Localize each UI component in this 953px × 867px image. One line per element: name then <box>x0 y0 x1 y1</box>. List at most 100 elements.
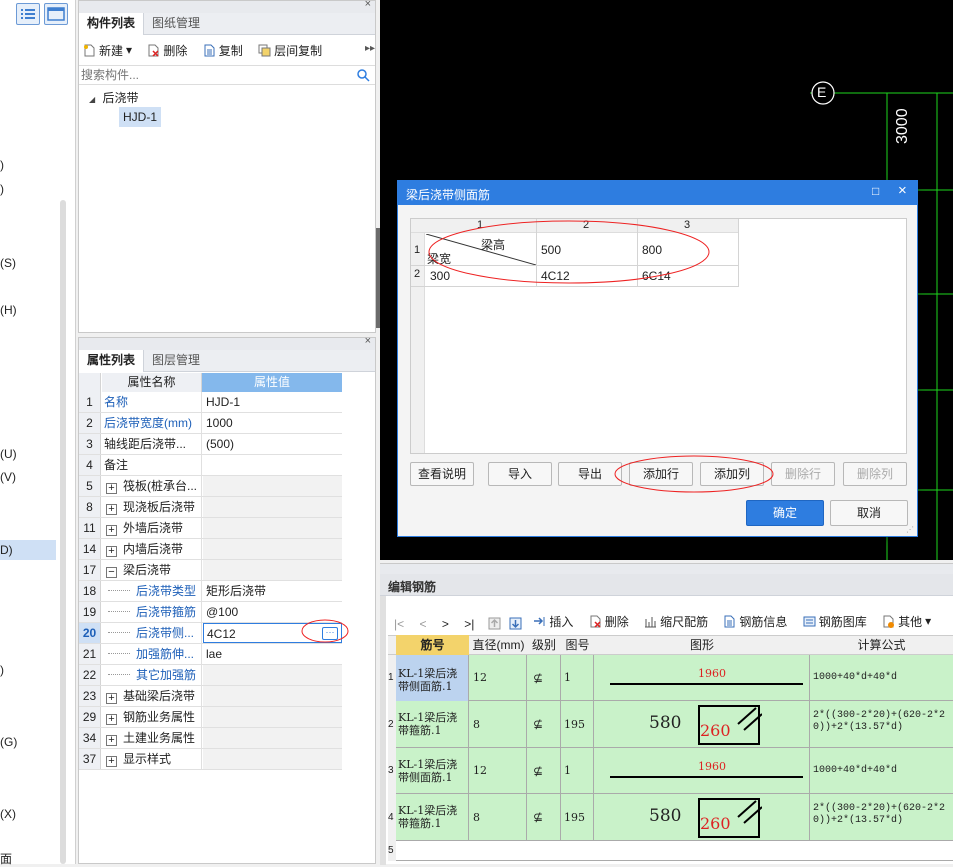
diameter-cell[interactable]: 12 <box>470 748 527 794</box>
rebar-row[interactable]: 3 KL-1梁后浇带侧面筋.1 12 ⊈ 1 1960 1000+40*d+40*d <box>388 748 953 794</box>
sidebar-item-fragment[interactable]: (G) <box>0 735 17 749</box>
property-value-cell[interactable] <box>203 560 342 580</box>
property-row[interactable]: 14 + 内墙后浇带 <box>79 539 342 560</box>
bar-name-cell[interactable]: KL-1梁后浇带箍筋.1 <box>396 701 469 748</box>
next-button[interactable]: > <box>442 617 449 631</box>
bar-name-cell[interactable]: KL-1梁后浇带箍筋.1 <box>396 794 469 841</box>
property-value-cell[interactable] <box>203 665 342 685</box>
sidebar-item-fragment[interactable]: ) <box>0 158 4 172</box>
diameter-cell[interactable]: 8 <box>470 701 527 748</box>
property-row[interactable]: 34 + 土建业务属性 <box>79 728 342 749</box>
property-row[interactable]: 22 其它加强筋 <box>79 665 342 686</box>
last-button[interactable]: >| <box>464 617 474 631</box>
sidebar-item-fragment[interactable]: ) <box>0 663 4 677</box>
collapse-icon[interactable]: − <box>106 567 117 578</box>
property-row[interactable]: 11 + 外墙后浇带 <box>79 518 342 539</box>
formula-cell[interactable]: 1000+40*d+40*d <box>810 748 953 794</box>
rebar-row[interactable]: 1 KL-1梁后浇带侧面筋.1 12 ⊈ 1 1960 1000+40*d+40*d <box>388 655 953 701</box>
expand-icon[interactable]: + <box>106 546 117 557</box>
cancel-button[interactable]: 取消 <box>830 500 908 526</box>
rebar-row[interactable]: 4 KL-1梁后浇带箍筋.1 8 ⊈ 195 580 260 2*((300-2*20)+(6… <box>388 794 953 841</box>
panel-close-icon[interactable]: × <box>365 335 371 347</box>
expand-icon[interactable]: + <box>106 756 117 767</box>
property-row[interactable]: 1 名称 HJD-1 <box>79 392 342 413</box>
grade-cell[interactable]: ⊈ <box>527 794 561 841</box>
tree-item-hjd-1[interactable]: HJD-1 <box>119 107 162 127</box>
sidebar-item-fragment[interactable]: (S) <box>0 256 16 270</box>
bar-name-cell[interactable]: KL-1梁后浇带侧面筋.1 <box>396 748 469 794</box>
tab-component-list[interactable]: 构件列表 <box>79 13 145 35</box>
search-input[interactable] <box>79 66 349 84</box>
close-icon[interactable]: × <box>898 182 907 199</box>
formula-cell[interactable]: 1000+40*d+40*d <box>810 655 953 701</box>
property-value-cell[interactable]: 矩形后浇带 <box>203 581 342 601</box>
property-value-cell[interactable]: HJD-1 <box>203 392 342 412</box>
resize-grip-icon[interactable]: ⋰ <box>906 525 914 534</box>
property-value-cell[interactable] <box>203 539 342 559</box>
property-row[interactable]: 5 + 筏板(桩承台... <box>79 476 342 497</box>
shape-cell[interactable]: 580 260 <box>594 794 810 841</box>
shape-no-cell[interactable]: 195 <box>561 794 594 841</box>
copy-button[interactable]: 复制 <box>203 39 243 61</box>
property-row[interactable]: 2 后浇带宽度(mm) 1000 <box>79 413 342 434</box>
shape-cell[interactable]: 1960 <box>594 655 810 701</box>
shape-no-cell[interactable]: 1 <box>561 748 594 794</box>
ok-button[interactable]: 确定 <box>746 500 824 526</box>
rebar-info-button[interactable]: 钢筋信息 <box>723 610 787 632</box>
tab-drawing-management[interactable]: 图纸管理 <box>144 13 208 35</box>
shape-cell[interactable]: 1960 <box>594 748 810 794</box>
diameter-cell[interactable]: 12 <box>470 655 527 701</box>
property-value-cell[interactable] <box>203 455 342 475</box>
expand-icon[interactable]: + <box>106 504 117 515</box>
tab-layer-management[interactable]: 图层管理 <box>144 350 208 372</box>
collapse-icon[interactable]: ◢ <box>89 95 95 104</box>
rebar-library-button[interactable]: 钢筋图库 <box>803 610 867 632</box>
panel-close-icon[interactable]: × <box>365 0 371 10</box>
sidebar-item-fragment[interactable]: (V) <box>0 470 16 484</box>
grade-cell[interactable]: ⊈ <box>527 655 561 701</box>
property-row[interactable]: 8 + 现浇板后浇带 <box>79 497 342 518</box>
expand-icon[interactable]: + <box>106 483 117 494</box>
delete-row-button[interactable]: 删除 <box>589 610 629 632</box>
move-up-icon[interactable] <box>488 617 501 630</box>
property-row[interactable]: 37 + 显示样式 <box>79 749 342 770</box>
rebar-row[interactable]: 2 KL-1梁后浇带箍筋.1 8 ⊈ 195 580 260 2*((300-2*20)+(6… <box>388 701 953 748</box>
shape-cell[interactable]: 580 260 <box>594 701 810 748</box>
bar-name-cell[interactable]: KL-1梁后浇带侧面筋.1 <box>396 655 469 701</box>
property-value-cell[interactable] <box>203 686 342 706</box>
property-value-cell[interactable] <box>203 728 342 748</box>
search-icon[interactable] <box>357 69 370 82</box>
shape-no-cell[interactable]: 195 <box>561 701 594 748</box>
panel-view-button[interactable] <box>44 3 68 25</box>
first-button[interactable]: |< <box>394 617 404 631</box>
list-view-button[interactable] <box>16 3 40 25</box>
expand-icon[interactable]: + <box>106 525 117 536</box>
property-value-cell[interactable] <box>203 476 342 496</box>
import-button[interactable]: 导入 <box>488 462 552 486</box>
other-button[interactable]: 其他 ▾ <box>882 610 931 632</box>
expand-icon[interactable]: + <box>106 693 117 704</box>
grade-cell[interactable]: ⊈ <box>527 748 561 794</box>
property-row[interactable]: 4 备注 <box>79 455 342 476</box>
property-value-cell[interactable] <box>203 497 342 517</box>
new-button[interactable]: 新建 ▾ <box>83 39 132 61</box>
scale-rebar-button[interactable]: 缩尺配筋 <box>644 610 708 632</box>
prev-button[interactable]: < <box>419 617 426 631</box>
expand-icon[interactable]: + <box>106 714 117 725</box>
diameter-cell[interactable]: 8 <box>470 794 527 841</box>
grade-cell[interactable]: ⊈ <box>527 701 561 748</box>
sidebar-item-fragment[interactable]: D) <box>0 543 13 557</box>
sidebar-item-fragment[interactable]: (X) <box>0 807 16 821</box>
maximize-icon[interactable]: □ <box>872 184 879 198</box>
property-value-cell[interactable]: 1000 <box>203 413 342 433</box>
formula-cell[interactable]: 2*((300-2*20)+(620-2*20))+2*(13.57*d) <box>810 701 953 748</box>
sidebar-item-fragment[interactable]: (U) <box>0 447 17 461</box>
help-button[interactable]: 查看说明 <box>410 462 474 486</box>
property-row[interactable]: 18 后浇带类型 矩形后浇带 <box>79 581 342 602</box>
move-down-icon[interactable] <box>509 617 522 630</box>
property-row[interactable]: 21 加强筋伸... lae <box>79 644 342 665</box>
tab-property-list[interactable]: 属性列表 <box>79 350 145 372</box>
sidebar-item-fragment[interactable]: (H) <box>0 303 17 317</box>
property-row[interactable]: 29 + 钢筋业务属性 <box>79 707 342 728</box>
property-value-cell[interactable]: (500) <box>203 434 342 454</box>
